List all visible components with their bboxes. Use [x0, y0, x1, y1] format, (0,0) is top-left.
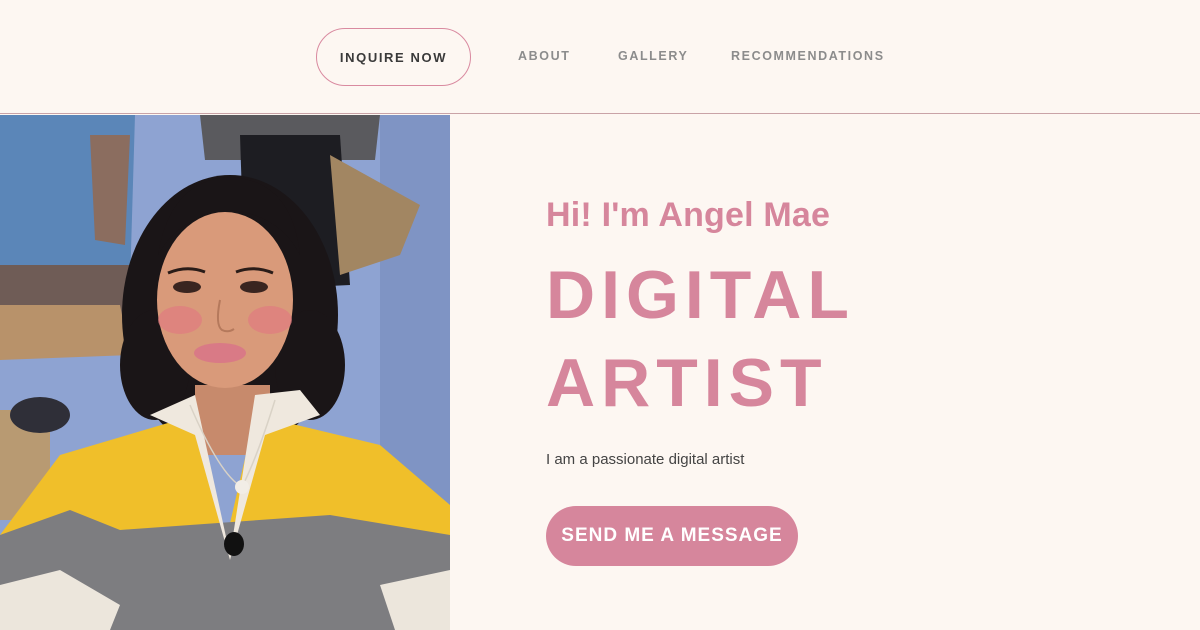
inquire-now-button[interactable]: INQUIRE NOW: [316, 28, 471, 86]
nav-link-recommendations[interactable]: RECOMMENDATIONS: [731, 49, 885, 63]
hero-title-line-2: ARTIST: [546, 345, 828, 421]
send-message-button[interactable]: SEND ME A MESSAGE: [546, 506, 798, 566]
hero-title: DIGITAL ARTIST: [546, 251, 855, 427]
nav-link-about[interactable]: ABOUT: [518, 49, 570, 63]
top-navigation: INQUIRE NOW ABOUT GALLERY RECOMMENDATION…: [0, 0, 1200, 114]
nav-link-gallery[interactable]: GALLERY: [618, 49, 688, 63]
artist-portrait-photo: [0, 115, 450, 630]
hero-title-line-1: DIGITAL: [546, 257, 855, 333]
hero-greeting: Hi! I'm Angel Mae: [546, 196, 831, 234]
hero-section: Hi! I'm Angel Mae DIGITAL ARTIST I am a …: [546, 196, 855, 468]
hero-tagline: I am a passionate digital artist: [546, 451, 745, 468]
